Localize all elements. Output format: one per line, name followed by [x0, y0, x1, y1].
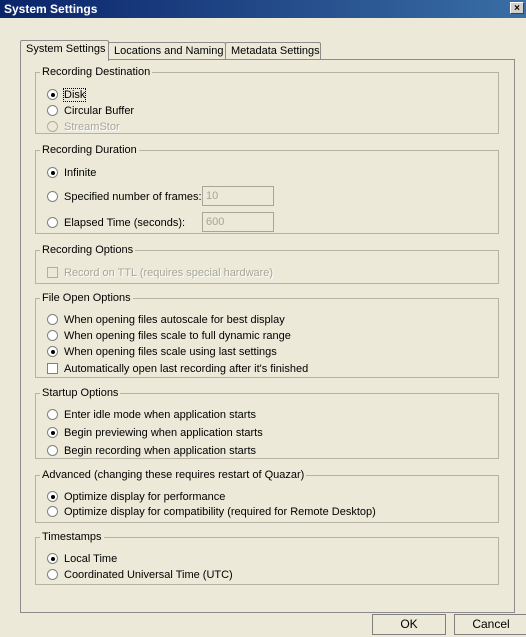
radio-begin-previewing[interactable]: Begin previewing when application starts	[47, 426, 263, 440]
option-label: StreamStor	[64, 121, 120, 133]
elapsed-seconds-input[interactable]	[202, 212, 274, 232]
tab-locations-and-naming[interactable]: Locations and Naming	[108, 42, 226, 60]
radio-button[interactable]	[47, 569, 58, 580]
option-label: When opening files autoscale for best di…	[64, 314, 285, 326]
radio-local-time[interactable]: Local Time	[47, 552, 117, 566]
option-label: When opening files scale to full dynamic…	[64, 330, 291, 342]
advanced-group: Advanced (changing these requires restar…	[35, 469, 499, 523]
radio-begin-recording[interactable]: Begin recording when application starts	[47, 444, 256, 458]
radio-button[interactable]	[47, 217, 58, 228]
radio-button[interactable]	[47, 330, 58, 341]
title-bar[interactable]: System Settings ×	[0, 0, 526, 18]
option-label: Begin previewing when application starts	[64, 427, 263, 439]
radio-button[interactable]	[47, 314, 58, 325]
radio-button[interactable]	[47, 89, 58, 100]
recording-destination-group: Recording Destination Disk Circular Buff…	[35, 66, 499, 134]
radio-button	[47, 121, 58, 132]
radio-elapsed-time[interactable]: Elapsed Time (seconds):	[47, 216, 185, 230]
radio-button[interactable]	[47, 105, 58, 116]
option-label: Optimize display for performance	[64, 491, 226, 503]
radio-button[interactable]	[47, 167, 58, 178]
option-label: Record on TTL (requires special hardware…	[64, 267, 274, 279]
window-title: System Settings	[4, 2, 98, 16]
group-title: Recording Options	[42, 244, 134, 256]
radio-button[interactable]	[47, 191, 58, 202]
group-title: Recording Destination	[42, 66, 151, 78]
ok-button[interactable]: OK	[372, 614, 446, 635]
tab-metadata-settings[interactable]: Metadata Settings	[225, 42, 321, 60]
radio-optimize-performance[interactable]: Optimize display for performance	[47, 490, 225, 504]
option-label: Begin recording when application starts	[64, 445, 257, 457]
option-label: Elapsed Time (seconds):	[64, 217, 186, 229]
cancel-button[interactable]: Cancel	[454, 614, 526, 635]
radio-button[interactable]	[47, 409, 58, 420]
radio-button[interactable]	[47, 427, 58, 438]
tab-system-settings[interactable]: System Settings	[20, 40, 109, 61]
timestamps-group: Timestamps Local Time Coordinated Univer…	[35, 531, 499, 585]
radio-specified-frames[interactable]: Specified number of frames:	[47, 190, 202, 204]
option-label: Infinite	[64, 167, 97, 179]
option-label: When opening files scale using last sett…	[64, 346, 277, 358]
recording-options-group: Recording Options Record on TTL (require…	[35, 244, 499, 284]
radio-button[interactable]	[47, 445, 58, 456]
radio-button[interactable]	[47, 553, 58, 564]
checkbox[interactable]	[47, 363, 58, 374]
group-title: Advanced (changing these requires restar…	[42, 469, 305, 481]
tab-panel: Recording Destination Disk Circular Buff…	[20, 59, 515, 613]
file-open-options-group: File Open Options When opening files aut…	[35, 292, 499, 378]
radio-infinite[interactable]: Infinite	[47, 166, 96, 180]
radio-disk[interactable]: Disk	[47, 88, 87, 102]
checkbox-record-on-ttl: Record on TTL (requires special hardware…	[47, 266, 273, 280]
group-title: Recording Duration	[42, 144, 137, 156]
group-title: File Open Options	[42, 292, 131, 304]
frames-input[interactable]	[202, 186, 274, 206]
radio-idle-mode[interactable]: Enter idle mode when application starts	[47, 408, 256, 422]
checkbox	[47, 267, 58, 278]
radio-autoscale[interactable]: When opening files autoscale for best di…	[47, 313, 285, 327]
option-label: Coordinated Universal Time (UTC)	[64, 569, 233, 581]
radio-button[interactable]	[47, 506, 58, 517]
option-label: Enter idle mode when application starts	[64, 409, 256, 421]
startup-options-group: Startup Options Enter idle mode when app…	[35, 387, 499, 459]
recording-duration-group: Recording Duration Infinite Specified nu…	[35, 144, 499, 234]
option-label: Specified number of frames:	[64, 191, 202, 203]
radio-last-settings[interactable]: When opening files scale using last sett…	[47, 345, 277, 359]
group-title: Timestamps	[42, 531, 102, 543]
option-label: Optimize display for compatibility (requ…	[64, 506, 376, 518]
option-label: Local Time	[64, 553, 118, 565]
radio-button[interactable]	[47, 491, 58, 502]
option-label: Automatically open last recording after …	[64, 363, 309, 375]
radio-circular-buffer[interactable]: Circular Buffer	[47, 104, 134, 118]
radio-utc[interactable]: Coordinated Universal Time (UTC)	[47, 568, 233, 582]
group-title: Startup Options	[42, 387, 119, 399]
radio-optimize-compatibility[interactable]: Optimize display for compatibility (requ…	[47, 505, 376, 519]
system-settings-dialog: System Settings × System Settings Locati…	[0, 0, 526, 637]
checkbox-auto-open-last-recording[interactable]: Automatically open last recording after …	[47, 362, 308, 376]
option-label: Disk	[62, 88, 87, 102]
close-button[interactable]: ×	[510, 2, 524, 14]
radio-streamstor: StreamStor	[47, 120, 120, 134]
option-label: Circular Buffer	[64, 105, 135, 117]
radio-full-dynamic-range[interactable]: When opening files scale to full dynamic…	[47, 329, 291, 343]
radio-button[interactable]	[47, 346, 58, 357]
